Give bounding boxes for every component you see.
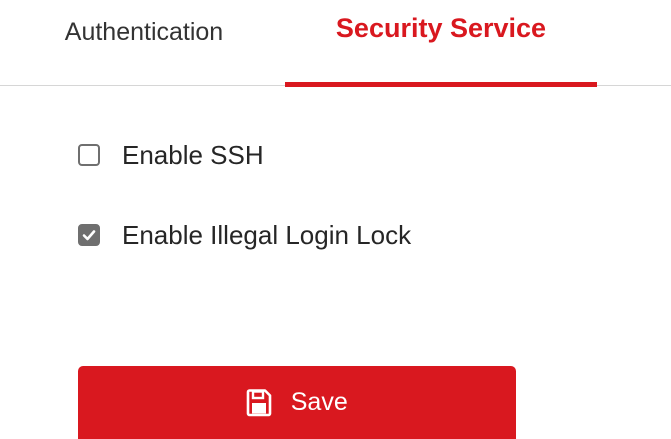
save-button-content: Save [78, 388, 516, 420]
save-button[interactable]: Save [78, 366, 516, 439]
tab-security-service-label: Security Service [335, 13, 547, 43]
tab-bar: Authentication Security Service [0, 0, 671, 87]
enable-illegal-login-lock-checkbox[interactable] [78, 224, 100, 246]
enable-ssh-label: Enable SSH [122, 140, 264, 170]
security-service-page: Authentication Security Service Enable S… [0, 0, 671, 439]
active-tab-indicator [285, 82, 597, 87]
enable-illegal-login-lock-label: Enable Illegal Login Lock [122, 220, 412, 250]
checkmark-icon [82, 230, 96, 241]
save-icon [246, 388, 272, 417]
enable-ssh-checkbox[interactable] [78, 144, 100, 166]
save-button-label: Save [290, 388, 348, 416]
tab-authentication[interactable]: Authentication [30, 0, 258, 86]
tab-authentication-label: Authentication [64, 18, 224, 46]
tab-security-service[interactable]: Security Service [285, 0, 597, 87]
